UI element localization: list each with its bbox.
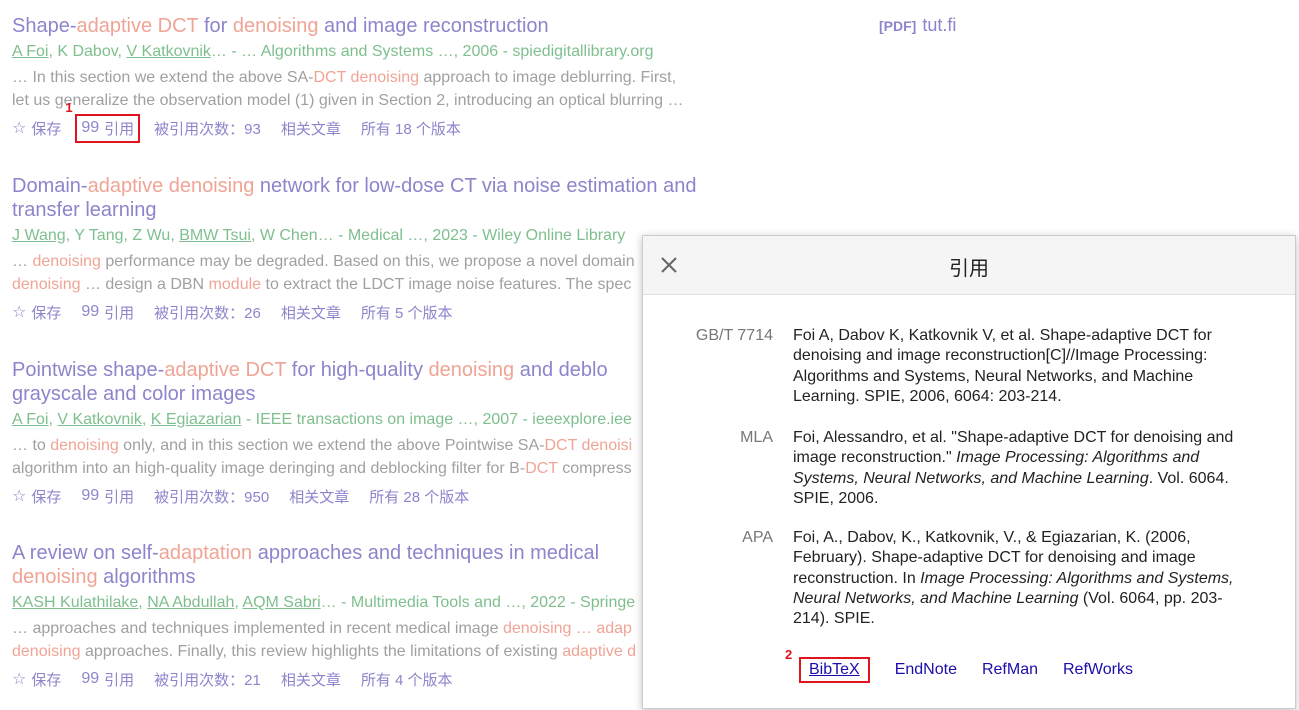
cite-dialog: 引用 GB/T 7714 Foi A, Dabov K, Katkovnik V…	[642, 235, 1296, 709]
highlight-text: denoising	[502, 620, 572, 637]
bibtex-link[interactable]: 2 BibTeX	[785, 647, 870, 683]
all-versions-link[interactable]: 所有 28 个版本	[369, 486, 469, 507]
author-link[interactable]: V Katkovnik	[57, 411, 141, 428]
result-actions: ☆ 保存 1 99 引用 被引用次数：93 相关文章 所有 18 个版本	[12, 100, 802, 143]
highlight-text: denoising	[232, 15, 319, 37]
author-link[interactable]: NA Abdullah	[147, 594, 234, 611]
highlight-text: adaptive DCT	[76, 15, 199, 37]
cite-button[interactable]: 99 引用	[81, 302, 134, 323]
related-articles-link[interactable]: 相关文章	[281, 118, 341, 139]
quote-icon: 99	[81, 670, 100, 687]
result-item-1: Shape-adaptive DCT for denoising and ima…	[12, 14, 802, 143]
star-icon: ☆	[12, 304, 27, 321]
citation-format-label: APA	[742, 529, 773, 546]
star-icon: ☆	[12, 120, 27, 137]
author-link[interactable]: V Katkovnik	[126, 43, 210, 60]
author-link[interactable]: BMW Tsui	[179, 227, 251, 244]
step-marker-1: 1	[65, 99, 73, 115]
result-snippet: … In this section we extend the above SA…	[12, 69, 684, 109]
quote-icon: 99	[81, 487, 100, 504]
author-link[interactable]: K Egiazarian	[151, 411, 242, 428]
endnote-link[interactable]: EndNote	[895, 661, 957, 679]
quote-icon: 99	[81, 303, 100, 320]
refman-link[interactable]: RefMan	[982, 661, 1038, 679]
result-title[interactable]: Shape-adaptive DCT for denoising and ima…	[12, 14, 802, 38]
cited-by-link[interactable]: 被引用次数：950	[154, 486, 269, 507]
highlight-text: DCT	[525, 460, 558, 477]
highlight-text: module	[208, 276, 262, 293]
citation-apa: APA Foi, A., Dabov, K., Katkovnik, V., &…	[643, 528, 1295, 629]
dialog-header: 引用	[643, 236, 1295, 295]
cited-by-link[interactable]: 被引用次数：93	[154, 118, 261, 139]
citation-text[interactable]: Foi A, Dabov K, Katkovnik V, et al. Shap…	[793, 326, 1243, 407]
pdf-tag: [PDF]	[879, 18, 917, 34]
citation-mla: MLA Foi, Alessandro, et al. "Shape-adapt…	[643, 428, 1295, 509]
author-link[interactable]: A Foi	[12, 43, 48, 60]
highlight-text: … adap	[571, 620, 632, 637]
citation-italic-text: Image Processing: Algorithms and Systems…	[793, 569, 1234, 607]
citation-format-label: GB/T 7714	[695, 327, 773, 344]
save-button[interactable]: ☆ 保存	[12, 302, 61, 323]
cited-by-link[interactable]: 被引用次数：21	[154, 669, 261, 690]
cited-by-link[interactable]: 被引用次数：26	[154, 302, 261, 323]
highlight-text: adaptive denoising	[87, 175, 255, 197]
highlight-text: DCT denoisi	[544, 437, 633, 454]
star-icon: ☆	[12, 671, 27, 688]
highlight-text: denoising	[428, 359, 515, 381]
author-link[interactable]: J Wang	[12, 227, 66, 244]
cite-button[interactable]: 99 引用	[81, 486, 134, 507]
refworks-link[interactable]: RefWorks	[1063, 661, 1133, 679]
citation-text[interactable]: Foi, Alessandro, et al. "Shape-adaptive …	[793, 428, 1243, 509]
pdf-site: tut.fi	[922, 15, 957, 35]
highlight-text: denoising	[12, 643, 81, 660]
cite-button[interactable]: 99 引用	[81, 669, 134, 690]
save-button[interactable]: ☆ 保存	[12, 118, 61, 139]
save-button[interactable]: ☆ 保存	[12, 669, 61, 690]
citation-italic-text: Image Processing: Algorithms and Systems…	[793, 449, 1200, 487]
export-links: 2 BibTeX EndNote RefMan RefWorks	[785, 647, 1158, 683]
highlight-text: adaptive DCT	[164, 359, 287, 381]
quote-icon: 99	[81, 119, 100, 136]
save-button[interactable]: ☆ 保存	[12, 486, 61, 507]
result-title[interactable]: Domain‐adaptive denoising network for lo…	[12, 174, 802, 222]
related-articles-link[interactable]: 相关文章	[289, 486, 349, 507]
highlight-text: denoising	[50, 437, 119, 454]
all-versions-link[interactable]: 所有 5 个版本	[361, 302, 453, 323]
citation-text[interactable]: Foi, A., Dabov, K., Katkovnik, V., & Egi…	[793, 528, 1243, 629]
related-articles-link[interactable]: 相关文章	[281, 669, 341, 690]
cite-button[interactable]: 1 99 引用	[65, 100, 141, 143]
all-versions-link[interactable]: 所有 18 个版本	[361, 118, 461, 139]
highlight-text: adaptation	[158, 542, 253, 564]
all-versions-link[interactable]: 所有 4 个版本	[361, 669, 453, 690]
step-marker-2: 2	[785, 647, 793, 662]
citation-gbt7714: GB/T 7714 Foi A, Dabov K, Katkovnik V, e…	[643, 326, 1295, 407]
star-icon: ☆	[12, 488, 27, 505]
dialog-title: 引用	[949, 258, 989, 280]
author-link[interactable]: A Foi	[12, 411, 48, 428]
author-link[interactable]: KASH Kulathilake	[12, 594, 138, 611]
author-link[interactable]: AQM Sabri	[242, 594, 320, 611]
highlight-text: denoising	[12, 276, 81, 293]
related-articles-link[interactable]: 相关文章	[281, 302, 341, 323]
highlight-text: denoising	[32, 253, 101, 270]
citation-format-label: MLA	[740, 429, 773, 446]
pdf-link[interactable]: [PDF] tut.fi	[879, 15, 956, 36]
highlight-text: adaptive d	[562, 643, 637, 660]
highlight-text: DCT denoising	[313, 69, 420, 86]
result-authors: A Foi, K Dabov, V Katkovnik… - … Algorit…	[12, 43, 654, 60]
highlight-text: denoising	[12, 566, 98, 588]
